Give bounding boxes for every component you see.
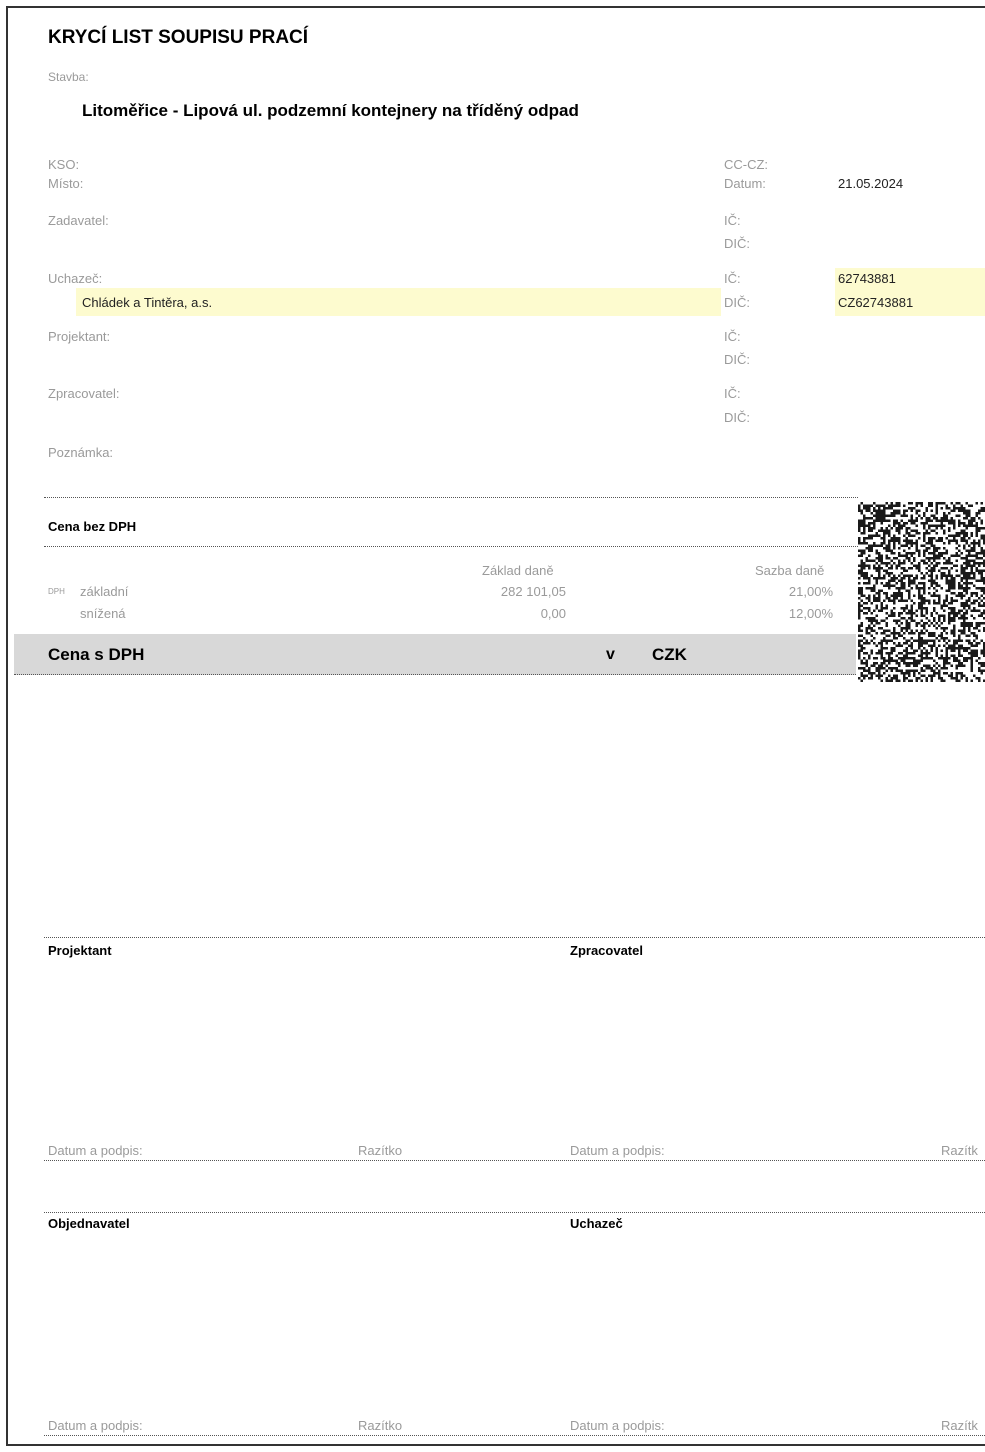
- tax-col-rate: Sazba daně: [755, 563, 825, 578]
- stavba-label: Stavba:: [48, 70, 89, 84]
- qr-code: [858, 502, 985, 682]
- zadavatel-label: Zadavatel:: [48, 213, 109, 228]
- divider: [44, 546, 858, 547]
- zadavatel-dic-label: DIČ:: [724, 236, 750, 251]
- datum-podpis-label: Datum a podpis:: [48, 1418, 143, 1433]
- datum-label: Datum:: [724, 176, 766, 191]
- objednavatel-sig-heading: Objednavatel: [48, 1216, 130, 1231]
- tax-row-base: 282 101,05: [500, 584, 566, 599]
- razitko-label: Razítko: [358, 1418, 403, 1433]
- tax-row-rate: 12,00%: [788, 606, 833, 621]
- uchazec-label: Uchazeč:: [48, 271, 103, 286]
- uchazec-ic-value: 62743881: [838, 271, 896, 286]
- uchazec-name: Chládek a Tintěra, a.s.: [82, 295, 213, 310]
- zpracovatel-label: Zpracovatel:: [48, 386, 120, 401]
- stavba-value: Litoměřice - Lipová ul. podzemní kontejn…: [82, 101, 579, 120]
- kso-label: KSO:: [48, 157, 80, 172]
- document-frame: [6, 6, 985, 1446]
- cc-cz-label: CC-CZ:: [724, 157, 769, 172]
- divider: [44, 937, 985, 938]
- cena-bez-dph-label: Cena bez DPH: [48, 519, 137, 534]
- uchazec-sig-heading: Uchazeč: [570, 1216, 623, 1231]
- razitko-label: Razítko: [358, 1143, 403, 1158]
- zadavatel-ic-label: IČ:: [724, 213, 741, 228]
- document-title: KRYCÍ LIST SOUPISU PRACÍ: [48, 27, 309, 48]
- tax-row-name: základní: [80, 584, 129, 599]
- divider: [44, 497, 858, 498]
- projektant-label: Projektant:: [48, 329, 111, 344]
- divider: [44, 1435, 985, 1436]
- qr-code-image: [858, 502, 985, 682]
- uchazec-ic-label: IČ:: [724, 271, 741, 286]
- tax-row-rate: 21,00%: [788, 584, 833, 599]
- projektant-ic-label: IČ:: [724, 329, 741, 344]
- zpracovatel-sig-heading: Zpracovatel: [570, 943, 643, 958]
- projektant-dic-label: DIČ:: [724, 352, 750, 367]
- tax-col-base: Základ daně: [482, 563, 554, 578]
- projektant-sig-heading: Projektant: [48, 943, 112, 958]
- datum-podpis-label: Datum a podpis:: [48, 1143, 143, 1158]
- poznamka-label: Poznámka:: [48, 445, 114, 460]
- cena-s-dph-currency: CZK: [652, 645, 687, 664]
- datum-podpis-label: Datum a podpis:: [570, 1418, 665, 1433]
- tax-row-name: snížená: [80, 606, 126, 621]
- tax-row-base: 0,00: [540, 606, 566, 621]
- cena-s-dph-v: v: [606, 646, 615, 663]
- divider: [44, 1160, 985, 1161]
- cena-s-dph-label: Cena s DPH: [48, 645, 145, 664]
- datum-podpis-label: Datum a podpis:: [570, 1143, 665, 1158]
- dph-label: DPH: [48, 587, 65, 596]
- zpracovatel-ic-label: IČ:: [724, 386, 741, 401]
- uchazec-dic-value: CZ62743881: [838, 295, 914, 310]
- razitko-label: Razítk: [941, 1143, 978, 1158]
- divider: [44, 1212, 985, 1213]
- uchazec-dic-label: DIČ:: [724, 295, 750, 310]
- datum-value: 21.05.2024: [838, 176, 904, 191]
- misto-label: Místo:: [48, 176, 84, 191]
- razitko-label: Razítk: [941, 1418, 978, 1433]
- zpracovatel-dic-label: DIČ:: [724, 410, 750, 425]
